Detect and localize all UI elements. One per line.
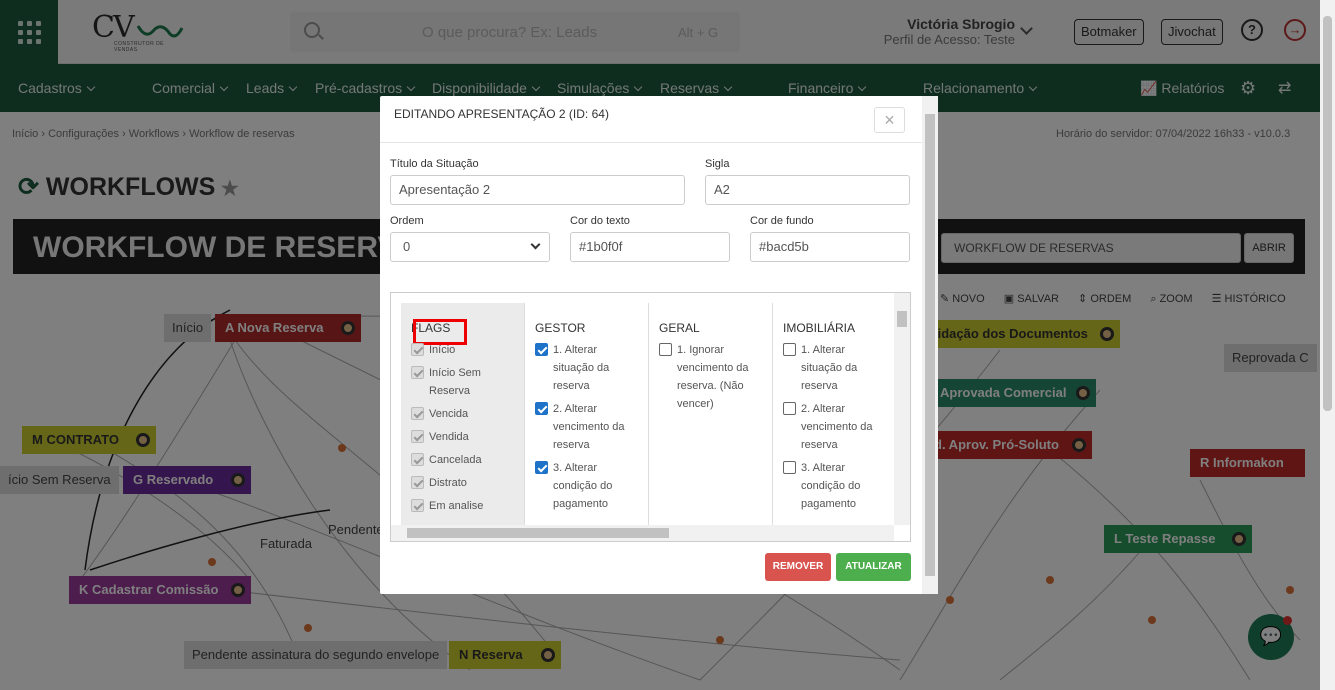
flag-checkbox[interactable]: Em analise	[411, 497, 483, 515]
imobiliaria-checkbox[interactable]: 1. Alterar situação da reserva	[783, 341, 883, 395]
flag-checkbox[interactable]: Início Sem Reserva	[411, 364, 501, 400]
sigla-input[interactable]: A2	[705, 175, 910, 205]
panel-vertical-scrollbar-thumb[interactable]	[897, 311, 907, 327]
page-scrollbar-thumb[interactable]	[1323, 16, 1332, 411]
cor-fundo-input[interactable]: #bacd5b	[750, 232, 910, 262]
modal-scrollbar[interactable]	[922, 96, 938, 594]
flag-checkbox[interactable]: Cancelada	[411, 451, 482, 469]
modal-scrollbar-thumb[interactable]	[925, 114, 935, 576]
ordem-select[interactable]: 0	[390, 232, 550, 262]
edit-status-modal: EDITANDO APRESENTAÇÃO 2 (ID: 64) × Títul…	[380, 96, 938, 594]
geral-header: GERAL	[659, 321, 700, 335]
permissions-panel[interactable]: FLAGS Início Início Sem Reserva Vencida …	[390, 292, 911, 542]
geral-checkbox[interactable]: 1. Ignorar vencimento da reserva. (Não v…	[659, 341, 759, 413]
modal-title: EDITANDO APRESENTAÇÃO 2 (ID: 64)	[394, 107, 609, 121]
panel-vertical-scrollbar[interactable]	[894, 293, 910, 525]
panel-horizontal-scrollbar[interactable]	[391, 525, 894, 541]
cor-texto-input[interactable]: #1b0f0f	[570, 232, 730, 262]
titulo-input[interactable]: Apresentação 2	[390, 175, 685, 205]
ordem-label: Ordem	[390, 215, 424, 227]
titulo-label: Título da Situação	[390, 158, 479, 170]
gestor-checkbox[interactable]: 3. Alterar condição do pagamento	[535, 459, 635, 513]
modal-header: EDITANDO APRESENTAÇÃO 2 (ID: 64) ×	[380, 96, 922, 143]
remove-button[interactable]: REMOVER	[765, 553, 831, 581]
imobiliaria-header: IMOBILIÁRIA	[783, 321, 856, 335]
imobiliaria-checkbox[interactable]: 3. Alterar condição do pagamento	[783, 459, 883, 513]
chevron-down-icon	[530, 239, 541, 250]
gestor-column: GESTOR 1. Alterar situação da reserva 2.…	[525, 303, 649, 525]
imobiliaria-checkbox[interactable]: 2. Alterar vencimento da reserva	[783, 400, 883, 454]
cor-texto-label: Cor do texto	[570, 215, 630, 227]
page-scrollbar[interactable]	[1320, 0, 1335, 690]
sigla-label: Sigla	[705, 158, 730, 170]
update-button[interactable]: ATUALIZAR	[836, 553, 911, 581]
cor-fundo-label: Cor de fundo	[750, 215, 814, 227]
flag-checkbox[interactable]: Início	[411, 341, 455, 359]
gestor-checkbox[interactable]: 1. Alterar situação da reserva	[535, 341, 635, 395]
flags-column: FLAGS Início Início Sem Reserva Vencida …	[401, 303, 525, 525]
flag-checkbox[interactable]: Vendida	[411, 428, 469, 446]
gestor-header: GESTOR	[535, 321, 586, 335]
panel-horizontal-scrollbar-thumb[interactable]	[407, 528, 669, 538]
close-button[interactable]: ×	[874, 107, 905, 133]
imobiliaria-column: IMOBILIÁRIA 1. Alterar situação da reser…	[773, 303, 897, 525]
geral-column: GERAL 1. Ignorar vencimento da reserva. …	[649, 303, 773, 525]
gestor-checkbox[interactable]: 2. Alterar vencimento da reserva	[535, 400, 635, 454]
flag-checkbox[interactable]: Vencida	[411, 405, 468, 423]
flag-checkbox[interactable]: Distrato	[411, 474, 467, 492]
